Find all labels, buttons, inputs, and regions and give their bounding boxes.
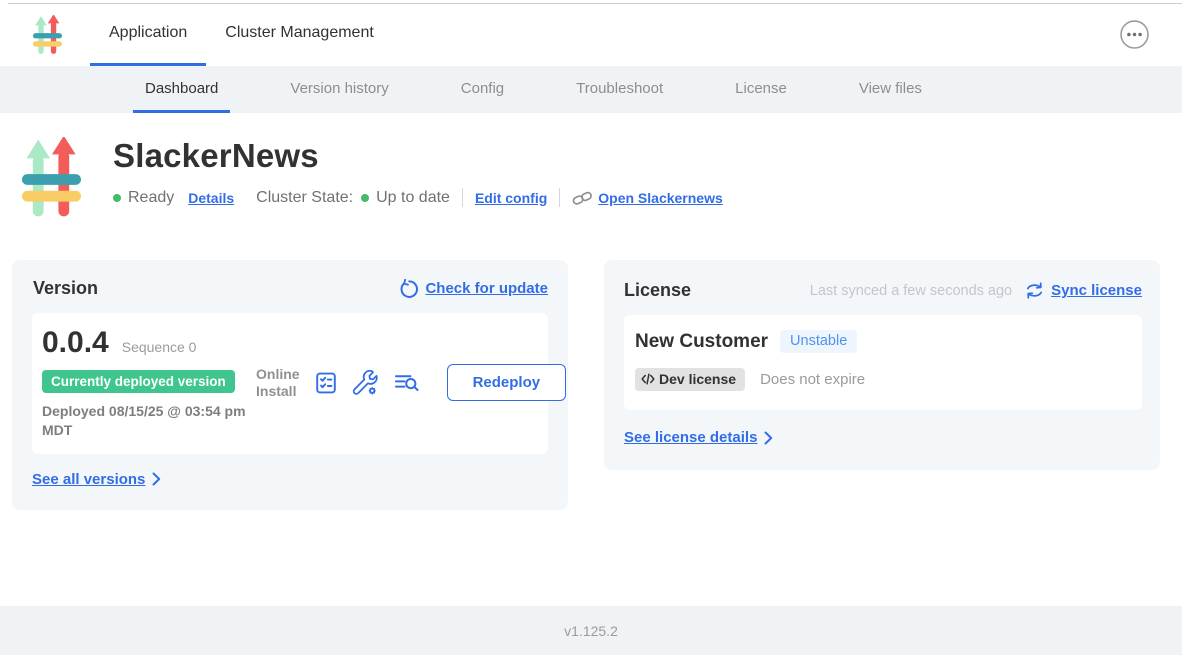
app-title: SlackerNews	[113, 137, 723, 175]
cluster-state-value: Up to date	[376, 189, 450, 207]
code-icon	[641, 373, 655, 385]
app-sub-nav: Dashboard Version history Config Trouble…	[0, 66, 1182, 113]
edit-config-link[interactable]: Edit config	[475, 190, 547, 206]
channel-badge: Unstable	[780, 330, 857, 353]
see-all-versions-link-group[interactable]: See all versions	[32, 471, 548, 488]
version-sequence: Sequence 0	[122, 339, 197, 355]
license-info-panel: New Customer Unstable Dev license	[624, 315, 1142, 410]
see-license-details-link-group[interactable]: See license details	[624, 429, 1142, 446]
version-info: 0.0.4 Sequence 0 Currently deployed vers…	[42, 326, 254, 440]
cluster-state-label: Cluster State:	[256, 189, 353, 207]
preflight-checklist-icon[interactable]	[314, 371, 338, 395]
app-status-row: Ready Details Cluster State: Up to date …	[113, 188, 723, 207]
sync-icon	[1025, 281, 1044, 300]
see-license-details-link[interactable]: See license details	[624, 429, 757, 446]
subnav-view-files[interactable]: View files	[847, 66, 934, 113]
current-version-panel: 0.0.4 Sequence 0 Currently deployed vers…	[32, 313, 548, 454]
link-chain-icon	[572, 189, 593, 207]
divider	[559, 188, 560, 207]
license-last-synced: Last synced a few seconds ago	[810, 283, 1012, 299]
window-top-divider	[8, 3, 1182, 4]
app-header-section: SlackerNews Ready Details Cluster State:…	[0, 113, 1182, 224]
app-header-text: SlackerNews Ready Details Cluster State:…	[113, 137, 723, 224]
install-type-label: Online Install	[256, 366, 300, 400]
sync-license-link[interactable]: Sync license	[1051, 282, 1142, 299]
ellipsis-circle-icon	[1120, 20, 1149, 49]
check-for-update-link[interactable]: Check for update	[425, 280, 548, 297]
open-app-link-group[interactable]: Open Slackernews	[572, 189, 723, 207]
check-for-update-link-group[interactable]: Check for update	[398, 279, 548, 299]
app-status-label: Ready	[128, 189, 174, 207]
subnav-version-history[interactable]: Version history	[278, 66, 400, 113]
license-card: License Last synced a few seconds ago Sy…	[604, 260, 1160, 470]
console-version: v1.125.2	[564, 623, 618, 639]
app-status-dot	[113, 194, 121, 202]
subnav-license[interactable]: License	[723, 66, 799, 113]
subnav-config[interactable]: Config	[449, 66, 516, 113]
chevron-right-icon	[152, 472, 161, 486]
dashboard-cards: Version Check for update 0.0.4 Sequ	[12, 260, 1182, 510]
divider	[462, 188, 463, 207]
overflow-menu-button[interactable]	[1120, 20, 1149, 49]
see-all-versions-link[interactable]: See all versions	[32, 471, 145, 488]
redeploy-button[interactable]: Redeploy	[447, 364, 567, 401]
deployed-timestamp: Deployed 08/15/25 @ 03:54 pm MDT	[42, 402, 252, 440]
subnav-troubleshoot[interactable]: Troubleshoot	[564, 66, 675, 113]
refresh-icon	[398, 279, 418, 299]
license-card-title: License	[624, 280, 691, 301]
version-card: Version Check for update 0.0.4 Sequ	[12, 260, 568, 510]
console-footer: v1.125.2	[0, 606, 1182, 655]
chevron-right-icon	[764, 431, 773, 445]
tab-cluster-management[interactable]: Cluster Management	[206, 3, 393, 66]
version-actions: Online Install	[256, 364, 566, 401]
tab-application[interactable]: Application	[90, 3, 206, 66]
primary-tabs: Application Cluster Management	[90, 3, 393, 66]
app-logo-icon	[22, 137, 81, 224]
version-number: 0.0.4	[42, 326, 109, 360]
subnav-dashboard[interactable]: Dashboard	[133, 66, 230, 113]
license-type-tag: Dev license	[635, 368, 745, 391]
status-details-link[interactable]: Details	[188, 190, 234, 206]
admin-console-page: Application Cluster Management Dashboard…	[0, 0, 1182, 655]
sync-license-link-group[interactable]: Sync license	[1025, 281, 1142, 300]
cluster-state-dot	[361, 194, 369, 202]
wrench-gear-icon[interactable]	[352, 370, 379, 396]
license-expiry: Does not expire	[760, 371, 865, 388]
app-logo-icon	[33, 15, 62, 55]
license-type-label: Dev license	[659, 371, 736, 387]
open-app-link[interactable]: Open Slackernews	[598, 190, 723, 206]
customer-name: New Customer	[635, 331, 768, 353]
deployed-status-badge: Currently deployed version	[42, 370, 235, 393]
view-files-search-icon[interactable]	[393, 371, 420, 395]
top-nav: Application Cluster Management	[0, 0, 1182, 66]
version-card-title: Version	[33, 278, 98, 299]
